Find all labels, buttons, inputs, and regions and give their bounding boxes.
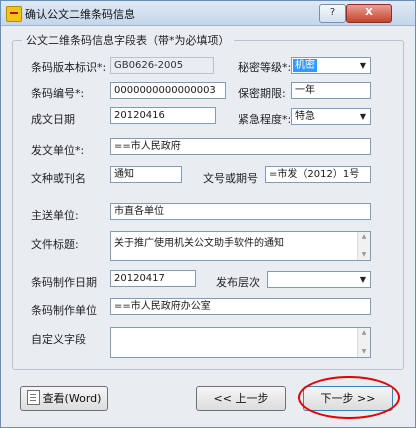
urgency-value: 特急 — [295, 111, 315, 122]
docno-field[interactable]: =市发（2012）1号 — [265, 166, 371, 183]
level-label: 发布层次 — [216, 276, 260, 289]
urgency-select[interactable]: 特急 ▼ — [291, 108, 371, 125]
level-value — [269, 273, 273, 286]
view-word-label: 查看(Word) — [42, 392, 102, 405]
sender-label: 发文单位*: — [31, 144, 85, 157]
keep-period-label: 保密期限: — [238, 87, 286, 100]
type-field[interactable]: 通知 — [110, 166, 182, 183]
secret-level-select[interactable]: 机密 ▼ — [291, 57, 371, 74]
app-icon — [6, 6, 22, 22]
chevron-down-icon[interactable]: ▼ — [356, 109, 370, 124]
code-label: 条码编号*: — [31, 87, 85, 100]
doc-title-text: 关于推广使用机关公文助手软件的通知 — [114, 238, 284, 249]
doc-title-scrollbar[interactable]: ▲ ▼ — [357, 232, 370, 260]
main-recipient-label: 主送单位: — [31, 209, 79, 222]
level-select[interactable]: ▼ — [267, 271, 371, 288]
docno-label: 文号或期号 — [203, 172, 258, 185]
custom-field-label: 自定义字段 — [31, 333, 86, 346]
group-title: 公文二维条码信息字段表（带*为必填项） — [22, 32, 234, 48]
maker-field[interactable]: ==市人民政府办公室 — [110, 298, 371, 315]
version-field: GB0626-2005 — [110, 57, 214, 74]
secret-level-value: 机密 — [293, 59, 317, 72]
title-bar[interactable]: 确认公文二维条码信息 ? X — [1, 1, 415, 26]
custom-field-input[interactable]: ▲ ▼ — [110, 327, 371, 358]
close-button[interactable]: X — [346, 4, 392, 23]
type-label: 文种或刊名 — [31, 172, 86, 185]
window-title: 确认公文二维条码信息 — [25, 8, 135, 21]
make-date-label: 条码制作日期 — [31, 276, 97, 289]
scroll-up-icon[interactable]: ▲ — [358, 232, 370, 242]
custom-field-scrollbar[interactable]: ▲ ▼ — [357, 328, 370, 357]
version-label: 条码版本标识*: — [31, 61, 107, 74]
scroll-down-icon[interactable]: ▼ — [358, 347, 370, 357]
chevron-down-icon[interactable]: ▼ — [356, 58, 370, 73]
document-icon — [26, 390, 40, 405]
chevron-down-icon[interactable]: ▼ — [356, 272, 370, 287]
maker-label: 条码制作单位 — [31, 304, 97, 317]
help-button[interactable]: ? — [319, 4, 346, 23]
keep-period-field[interactable]: 一年 — [291, 82, 371, 99]
doc-title-field[interactable]: 关于推广使用机关公文助手软件的通知 ▲ ▼ — [110, 231, 371, 261]
view-word-button[interactable]: 查看(Word) — [20, 386, 108, 411]
main-recipient-field[interactable]: 市直各单位 — [110, 203, 371, 220]
urgency-label: 紧急程度*: — [238, 113, 292, 126]
scroll-up-icon[interactable]: ▲ — [358, 328, 370, 338]
code-field[interactable]: 0000000000000003 — [110, 82, 226, 99]
sender-field[interactable]: ==市人民政府 — [110, 138, 371, 155]
secret-level-label: 秘密等级*: — [238, 61, 292, 74]
date-field[interactable]: 20120416 — [110, 107, 216, 124]
doc-title-label: 文件标题: — [31, 238, 79, 251]
date-label: 成文日期 — [31, 113, 75, 126]
make-date-field[interactable]: 20120417 — [110, 270, 196, 287]
scroll-down-icon[interactable]: ▼ — [358, 250, 370, 260]
annotation-circle — [298, 376, 400, 419]
prev-step-button[interactable]: << 上一步 — [196, 386, 286, 411]
